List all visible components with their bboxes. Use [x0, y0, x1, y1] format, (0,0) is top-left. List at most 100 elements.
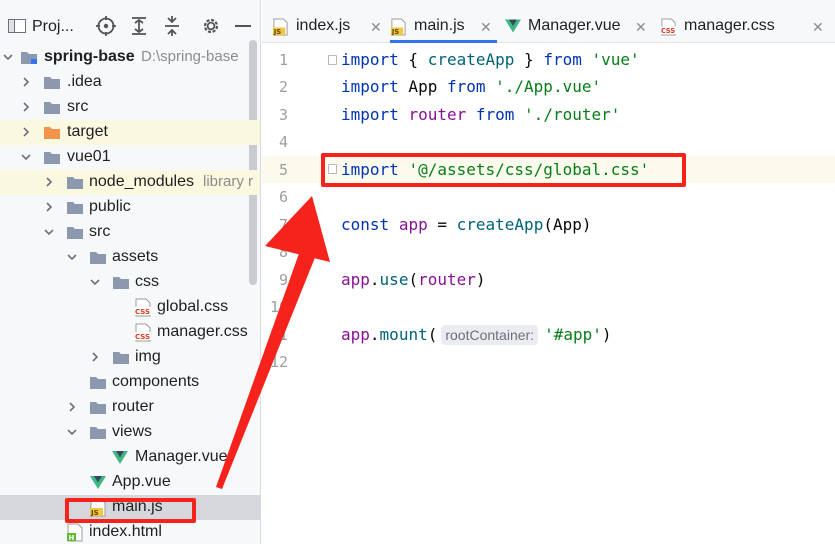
chevron-down-icon[interactable]: [3, 52, 13, 62]
svg-text:JS: JS: [391, 28, 399, 36]
chevron-right-icon[interactable]: [44, 177, 54, 187]
tab-label: main.js: [414, 17, 465, 34]
tree-row-components[interactable]: components: [0, 370, 260, 395]
tree-row-label: vue01: [67, 148, 111, 165]
annotation-box-main-js: [65, 498, 196, 523]
chevron-down-icon[interactable]: [44, 227, 54, 237]
token: app: [398, 215, 428, 234]
tree-row-src[interactable]: src: [0, 95, 260, 120]
tree-row-vue-src[interactable]: src: [0, 220, 260, 245]
tree-row-views[interactable]: views: [0, 420, 260, 445]
token: ): [475, 270, 486, 289]
tree-row-library-hint: library r: [203, 173, 254, 190]
excluded-folder-icon: [44, 127, 60, 139]
code-line-9[interactable]: app.use(router): [341, 266, 486, 293]
tree-row-public[interactable]: public: [0, 195, 260, 220]
tree-row-label: .idea: [67, 73, 102, 90]
line-number: 2: [278, 78, 288, 96]
line-number: 8: [278, 243, 288, 261]
tab-manager-vue[interactable]: Manager.vue ✕: [504, 12, 651, 43]
tree-row-idea[interactable]: .idea: [0, 70, 260, 95]
chevron-right-icon[interactable]: [21, 127, 31, 137]
chevron-down-icon[interactable]: [67, 427, 77, 437]
tree-row-css[interactable]: css: [0, 270, 260, 295]
code-line-7[interactable]: const app = createApp(App): [341, 211, 592, 238]
css-file-icon: CSS: [135, 323, 151, 342]
tree-row-label: img: [135, 348, 161, 365]
tree-row-vue01[interactable]: vue01: [0, 145, 260, 170]
token: createApp: [427, 50, 515, 69]
vue-file-icon: [90, 476, 106, 489]
line-number: 3: [278, 106, 288, 124]
expand-all-icon[interactable]: [128, 15, 150, 37]
folder-icon: [44, 152, 60, 164]
tree-row-label: components: [112, 373, 200, 390]
close-icon[interactable]: ✕: [370, 19, 382, 36]
chevron-right-icon[interactable]: [90, 352, 100, 362]
tree-row-router[interactable]: router: [0, 395, 260, 420]
tree-row-label: index.html: [89, 523, 162, 540]
tree-row-label: src: [67, 98, 89, 115]
folder-icon: [67, 202, 83, 214]
tree-row-global-css[interactable]: CSS global.css: [0, 295, 260, 320]
token: (: [427, 325, 438, 344]
token: use: [379, 270, 409, 289]
chevron-right-icon[interactable]: [67, 402, 77, 412]
tree-row-target[interactable]: target: [0, 120, 260, 145]
chevron-down-icon[interactable]: [67, 252, 77, 262]
tab-manager-css[interactable]: CSS manager.css ✕: [660, 12, 830, 43]
chevron-down-icon[interactable]: [90, 277, 100, 287]
tree-row-index-html[interactable]: H index.html: [0, 520, 260, 544]
code-line-1[interactable]: import { createApp } from 'vue': [341, 46, 640, 73]
line-number-gutter: 1 2 3 4 5 6 7 8 9 10 11 12: [262, 43, 332, 544]
project-view-icon[interactable]: [8, 19, 26, 33]
token: 'vue': [591, 50, 640, 69]
locate-file-icon[interactable]: [95, 15, 117, 37]
collapse-all-icon[interactable]: [161, 15, 183, 37]
hide-panel-icon[interactable]: [232, 15, 254, 37]
chevron-right-icon[interactable]: [21, 77, 31, 87]
css-file-icon: CSS: [660, 18, 677, 36]
tree-row-manager-vue[interactable]: Manager.vue: [0, 445, 260, 470]
token: =: [427, 215, 457, 234]
svg-text:CSS: CSS: [135, 333, 150, 341]
line-number: 7: [278, 216, 288, 234]
tab-main-js[interactable]: JS main.js ✕: [390, 12, 497, 43]
tree-row-label: node_modules: [89, 173, 194, 190]
tree-row-node-modules[interactable]: node_modules library r: [0, 170, 260, 195]
code-line-3[interactable]: import router from './router': [341, 101, 620, 128]
line-number: 6: [278, 188, 288, 206]
tree-row-img[interactable]: img: [0, 345, 260, 370]
vue-file-icon: [505, 19, 521, 33]
close-icon[interactable]: ✕: [635, 19, 647, 36]
gear-icon[interactable]: [200, 15, 222, 37]
tree-row-app-vue[interactable]: App.vue: [0, 470, 260, 495]
fold-marker-icon[interactable]: [328, 55, 337, 65]
chevron-right-icon[interactable]: [21, 102, 31, 112]
tree-row-spring-base[interactable]: spring-base D:\spring-base: [0, 45, 260, 70]
chevron-right-icon[interactable]: [44, 202, 54, 212]
token: from: [543, 50, 582, 69]
tab-index-js[interactable]: JS index.js ✕: [272, 12, 384, 43]
token: from: [475, 105, 515, 124]
token: import: [341, 105, 399, 124]
token: './App.vue': [495, 77, 602, 96]
tree-row-manager-css[interactable]: CSS manager.css: [0, 320, 260, 345]
token: (: [408, 270, 419, 289]
token: {: [398, 50, 428, 69]
close-icon[interactable]: ✕: [480, 19, 492, 36]
chevron-down-icon[interactable]: [21, 152, 31, 162]
code-line-2[interactable]: import App from './App.vue': [341, 73, 601, 100]
project-panel-title[interactable]: Proj...: [32, 18, 74, 36]
tree-row-assets[interactable]: assets: [0, 245, 260, 270]
annotation-box-global-css-import: [321, 153, 686, 187]
svg-text:CSS: CSS: [661, 27, 675, 35]
token: router: [408, 105, 467, 124]
token: app: [341, 325, 370, 344]
close-icon[interactable]: ✕: [812, 19, 824, 36]
line-number: 9: [278, 271, 288, 289]
code-line-11[interactable]: app.mount(rootContainer: '#app'): [341, 321, 612, 348]
